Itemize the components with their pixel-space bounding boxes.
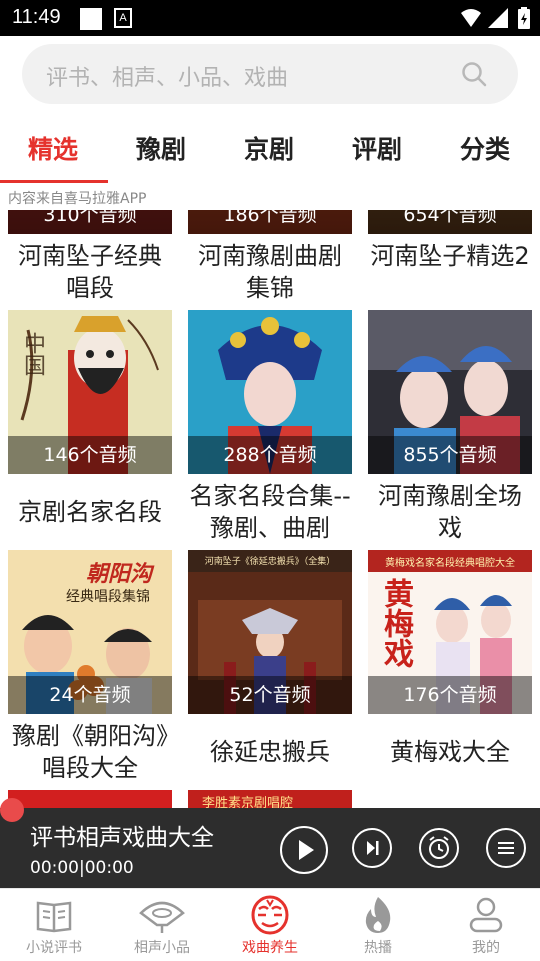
album-grid: 310个音频 河南坠子经典唱段 186个音频 河南豫剧曲剧集锦 654个音频 河… xyxy=(0,210,540,810)
album-card[interactable]: 855个音频 河南豫剧全场戏 xyxy=(368,310,532,544)
album-title: 徐延忠搬兵 xyxy=(210,738,330,766)
nav-label: 热播 xyxy=(364,940,392,956)
nav-label: 相声小品 xyxy=(134,940,190,956)
album-cover: 朝阳沟 经典唱段集锦 24个音频 xyxy=(8,550,172,714)
category-tabs: 精选 豫剧 京剧 评剧 分类 xyxy=(0,118,540,182)
nav-item-wode[interactable]: 我的 xyxy=(432,889,540,961)
album-card[interactable]: 186个音频 河南豫剧曲剧集锦 xyxy=(188,210,352,304)
wifi-icon xyxy=(461,9,481,27)
thumb-banner-text: 黄梅戏名家名段经典唱腔大全 xyxy=(385,558,515,569)
album-cover: 654个音频 xyxy=(368,210,532,234)
nav-label: 小说评书 xyxy=(26,940,82,956)
player-drag-handle[interactable] xyxy=(0,798,24,822)
player-title: 评书相声戏曲大全 xyxy=(30,825,214,851)
thumb-title-text: 朝阳沟 xyxy=(86,561,153,587)
nav-label: 戏曲养生 xyxy=(242,940,298,956)
album-cover: 李胜素京剧唱腔 xyxy=(188,790,352,810)
album-card[interactable]: 中国 146个音频 京剧名家名段 xyxy=(8,310,172,544)
search-input[interactable]: 评书、相声、小品、戏曲 xyxy=(22,44,518,104)
play-button[interactable] xyxy=(280,826,328,874)
album-card[interactable] xyxy=(8,790,172,810)
thumb-big-text: 黄梅戏 xyxy=(378,578,413,668)
album-cover: 186个音频 xyxy=(188,210,352,234)
album-title: 京剧名家名段 xyxy=(18,498,162,526)
playlist-button[interactable] xyxy=(486,828,526,868)
search-placeholder: 评书、相声、小品、戏曲 xyxy=(46,66,289,91)
album-count: 855个音频 xyxy=(368,436,532,474)
status-time: 11:49 xyxy=(12,6,61,28)
alarm-clock-icon xyxy=(429,836,449,859)
thumb-sub-text: 经典唱段集锦 xyxy=(66,589,150,605)
flame-icon xyxy=(365,897,391,933)
battery-icon xyxy=(518,7,530,29)
album-card[interactable]: 河南坠子《徐延忠搬兵》（全集） 52个音频 徐延忠搬兵 xyxy=(188,550,352,784)
tab-fenlei[interactable]: 分类 xyxy=(460,130,510,166)
album-count: 288个音频 xyxy=(188,436,352,474)
album-title: 名家名段合集--豫剧、曲剧 xyxy=(189,482,351,542)
thumb-banner-text: 河南坠子《徐延忠搬兵》（全集） xyxy=(204,557,336,567)
skip-next-icon xyxy=(367,841,379,855)
album-cover: 855个音频 xyxy=(368,310,532,474)
album-cover: 中国 146个音频 xyxy=(8,310,172,474)
tab-jingxuan[interactable]: 精选 xyxy=(28,130,78,166)
album-count: 186个音频 xyxy=(188,210,352,234)
search-icon[interactable] xyxy=(460,60,488,88)
album-cover: 310个音频 xyxy=(8,210,172,234)
album-count: 52个音频 xyxy=(188,676,352,714)
next-button[interactable] xyxy=(352,828,392,868)
nav-label: 我的 xyxy=(472,940,500,956)
album-count: 310个音频 xyxy=(8,210,172,234)
album-title: 黄梅戏大全 xyxy=(390,738,510,766)
player-time: 00:00|00:00 xyxy=(30,858,134,878)
tab-yuju[interactable]: 豫剧 xyxy=(136,130,186,166)
book-icon xyxy=(36,901,72,933)
list-icon xyxy=(498,842,514,854)
tab-jingju[interactable]: 京剧 xyxy=(244,130,294,166)
album-count: 176个音频 xyxy=(368,676,532,714)
timer-button[interactable] xyxy=(419,828,459,868)
album-title: 河南豫剧曲剧集锦 xyxy=(198,242,342,302)
album-cover xyxy=(8,790,172,810)
tab-pingju[interactable]: 评剧 xyxy=(352,130,402,166)
user-icon xyxy=(469,897,503,933)
notification-a-icon: A xyxy=(114,8,132,28)
album-card[interactable]: 288个音频 名家名段合集--豫剧、曲剧 xyxy=(188,310,352,544)
play-icon xyxy=(299,840,314,860)
album-cover: 河南坠子《徐延忠搬兵》（全集） 52个音频 xyxy=(188,550,352,714)
opera-mask-icon xyxy=(251,895,289,935)
album-card[interactable]: 黄梅戏名家名段经典唱腔大全 黄梅戏 176个音频 黄梅戏大全 xyxy=(368,550,532,784)
album-title: 河南豫剧全场戏 xyxy=(378,482,522,542)
signal-icon xyxy=(488,8,508,28)
album-card[interactable]: 654个音频 河南坠子精选2 xyxy=(368,210,532,304)
album-card[interactable]: 李胜素京剧唱腔 xyxy=(188,790,352,810)
album-count: 654个音频 xyxy=(368,210,532,234)
notification-square-icon xyxy=(80,8,102,30)
source-note: 内容来自喜马拉雅APP xyxy=(8,191,147,207)
fan-icon xyxy=(139,901,185,933)
active-tab-indicator xyxy=(0,180,108,183)
album-count: 24个音频 xyxy=(8,676,172,714)
nav-item-xiqu[interactable]: 戏曲养生 xyxy=(216,889,324,961)
album-title: 河南坠子精选2 xyxy=(370,242,530,270)
album-card[interactable]: 310个音频 河南坠子经典唱段 xyxy=(8,210,172,304)
album-cover: 黄梅戏名家名段经典唱腔大全 黄梅戏 176个音频 xyxy=(368,550,532,714)
nav-item-xiangsheng[interactable]: 相声小品 xyxy=(108,889,216,961)
album-card[interactable]: 朝阳沟 经典唱段集锦 24个音频 豫剧《朝阳沟》唱段大全 xyxy=(8,550,172,784)
album-title: 河南坠子经典唱段 xyxy=(18,242,162,302)
status-bar: 11:49 A xyxy=(0,0,540,36)
nav-item-rebo[interactable]: 热播 xyxy=(324,889,432,961)
mini-player[interactable]: 评书相声戏曲大全 00:00|00:00 xyxy=(0,798,540,888)
album-title: 豫剧《朝阳沟》唱段大全 xyxy=(12,722,168,782)
album-cover: 288个音频 xyxy=(188,310,352,474)
nav-item-xiaoshuo[interactable]: 小说评书 xyxy=(0,889,108,961)
thumb-art-text: 中国 xyxy=(20,332,45,376)
bottom-navigation: 小说评书 相声小品 戏曲养生 热播 我的 xyxy=(0,888,540,960)
album-count: 146个音频 xyxy=(8,436,172,474)
